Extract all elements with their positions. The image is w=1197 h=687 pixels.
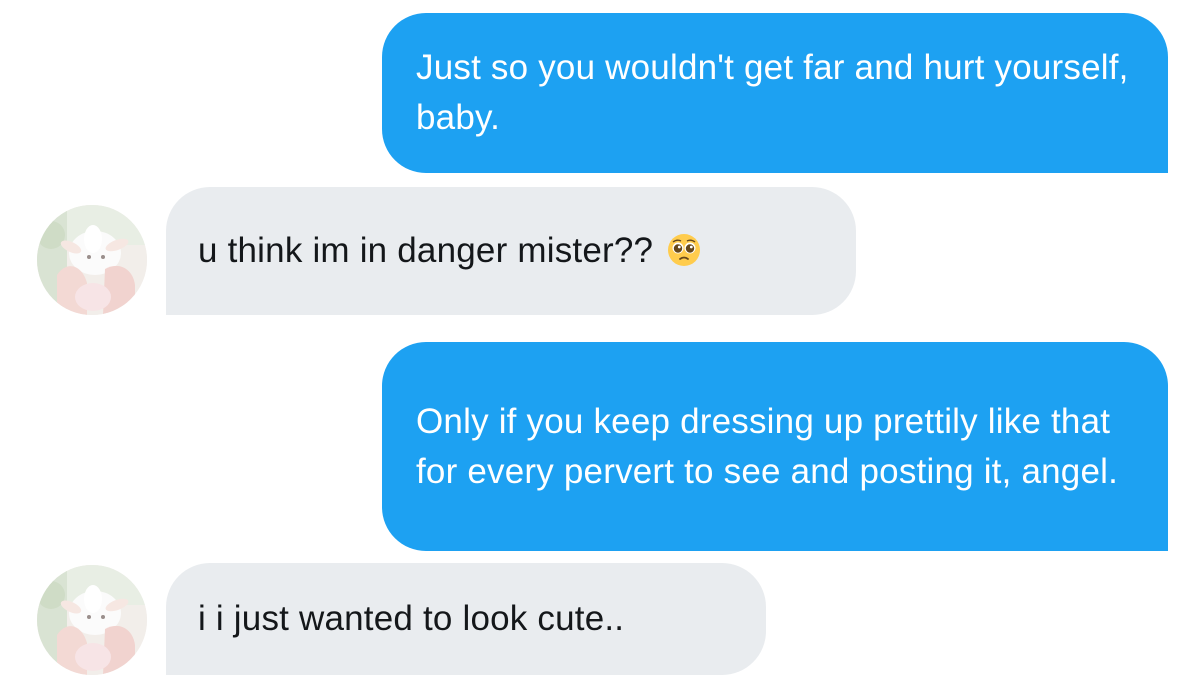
- incoming-message-bubble[interactable]: i i just wanted to look cute..: [166, 563, 766, 675]
- goat-photo-avatar-icon: [37, 565, 147, 675]
- message-text: u think im in danger mister??: [198, 226, 701, 276]
- sender-avatar[interactable]: [37, 205, 147, 315]
- sender-avatar[interactable]: [37, 565, 147, 675]
- goat-photo-avatar-icon: [37, 205, 147, 315]
- message-text: i i just wanted to look cute..: [198, 599, 625, 638]
- pleading-face-emoji-icon: [667, 233, 701, 267]
- incoming-message-bubble[interactable]: u think im in danger mister??: [166, 187, 856, 315]
- outgoing-message-bubble[interactable]: Only if you keep dressing up prettily li…: [382, 342, 1168, 551]
- message-text: Just so you wouldn't get far and hurt yo…: [416, 48, 1129, 137]
- message-text: Only if you keep dressing up prettily li…: [416, 401, 1119, 491]
- message-text-content: u think im in danger mister??: [198, 231, 654, 270]
- outgoing-message-bubble[interactable]: Just so you wouldn't get far and hurt yo…: [382, 13, 1168, 173]
